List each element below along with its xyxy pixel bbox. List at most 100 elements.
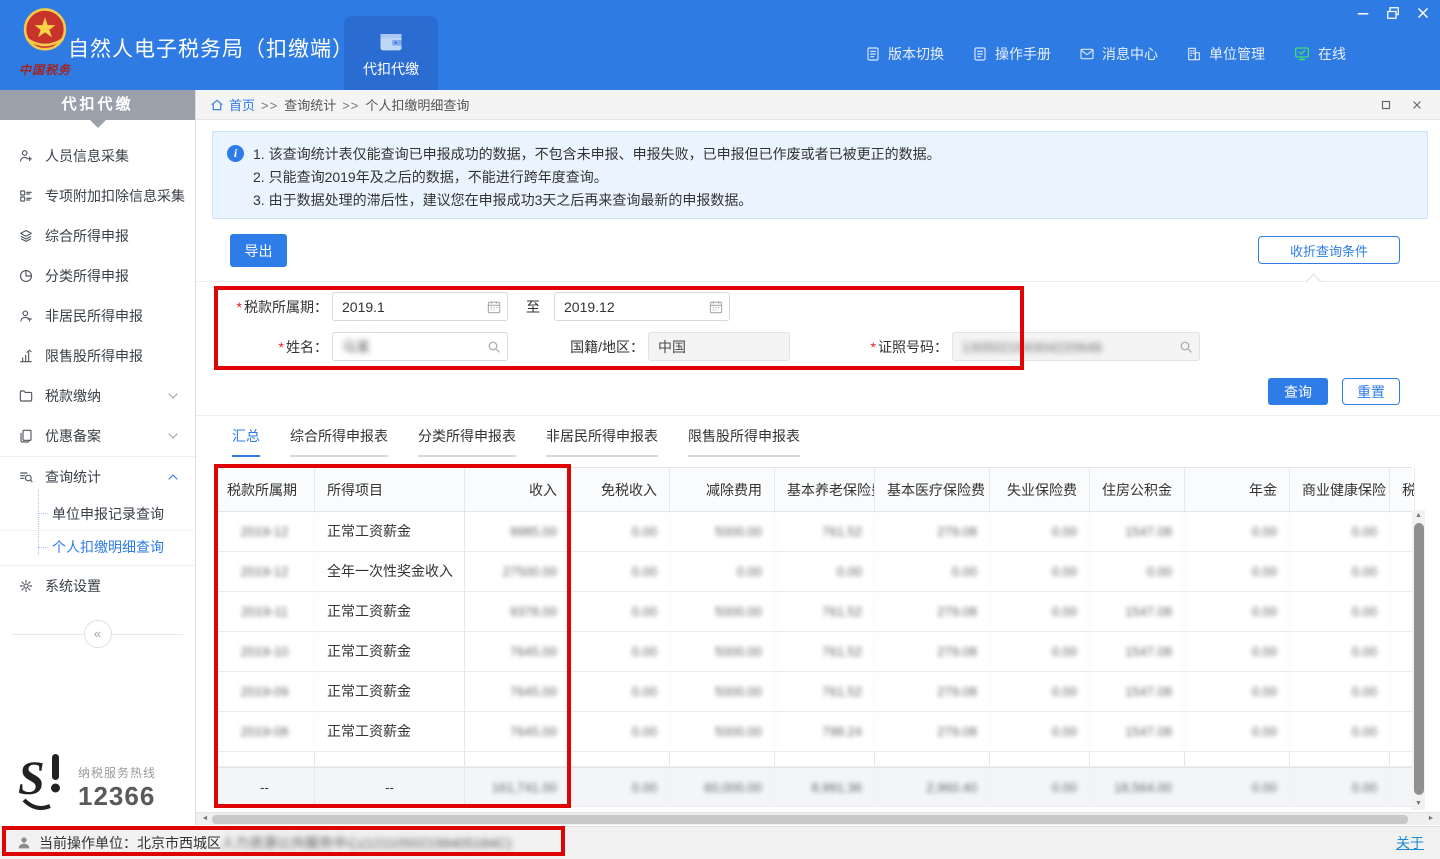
sidebar-item-feijumin[interactable]: 非居民所得申报: [0, 296, 195, 336]
scroll-up-icon[interactable]: ▲: [1412, 510, 1425, 522]
table-row[interactable]: 2019-10正常工资薪金7645.000.005000.00761.52279…: [215, 632, 1412, 672]
horizontal-scrollbar-thumb[interactable]: [212, 815, 1408, 824]
breadcrumb-item[interactable]: 查询统计: [284, 98, 336, 113]
vertical-scrollbar[interactable]: ▲ ▼: [1412, 510, 1425, 810]
id-number-input[interactable]: 130502199304220646: [952, 332, 1200, 361]
sidebar-collapse-row: «: [0, 620, 195, 650]
table-cell: 5000.00: [670, 512, 775, 551]
table-cell: 正常工资薪金: [315, 672, 465, 711]
table-cell: [1090, 752, 1185, 766]
period-from-input[interactable]: 2019.1: [332, 292, 508, 321]
gear-icon: [18, 578, 34, 594]
query-button[interactable]: 查询: [1268, 378, 1328, 405]
sidebar-item-chaxun[interactable]: 查询统计: [0, 457, 195, 497]
tab-xianshougu[interactable]: 限售股所得申报表: [688, 426, 800, 457]
table-cell: 全年一次性奖金收入: [315, 552, 465, 591]
menu-item-unit[interactable]: 单位管理: [1186, 44, 1265, 64]
name-input[interactable]: 马某: [332, 332, 508, 361]
table-cell: 正常工资薪金: [315, 712, 465, 751]
table-cell: 0.00: [1290, 552, 1390, 591]
home-icon: [210, 98, 224, 112]
table-header-cell: 税款所属期: [215, 468, 315, 511]
table-cell: 9378.00: [465, 592, 570, 631]
about-link[interactable]: 关于: [1396, 833, 1424, 853]
table-cell: 正常工资薪金: [315, 632, 465, 671]
menu-item-message[interactable]: 消息中心: [1079, 44, 1158, 64]
table-row[interactable]: 2019-08正常工资薪金7645.000.005000.00798.24279…: [215, 712, 1412, 752]
tab-feijumin[interactable]: 非居民所得申报表: [546, 426, 658, 457]
documents-icon: [18, 428, 34, 444]
vertical-scrollbar-thumb[interactable]: [1414, 523, 1424, 795]
document-icon: [972, 46, 988, 62]
table-cell: 279.08: [875, 672, 990, 711]
scroll-left-icon[interactable]: ◄: [198, 813, 212, 825]
minimize-icon[interactable]: [1354, 4, 1372, 22]
table-cell: 7645.00: [465, 672, 570, 711]
tab-zonghe[interactable]: 综合所得申报表: [290, 426, 388, 457]
sidebar-item-fenlei[interactable]: 分类所得申报: [0, 256, 195, 296]
period-to-input[interactable]: 2019.12: [554, 292, 730, 321]
hotline-glyph-icon: S: [16, 750, 70, 812]
chevron-down-icon: [165, 428, 181, 444]
nav-tab-withholding[interactable]: 代扣代缴: [344, 16, 438, 90]
table-cell: 0.00: [570, 592, 670, 631]
sidebar-subitem-geren[interactable]: 个人扣缴明细查询: [0, 530, 195, 563]
table-cell: 761.52: [775, 512, 875, 551]
notice-line: 1. 该查询统计表仅能查询已申报成功的数据，不包含未申报、申报失败，已申报但已作…: [253, 143, 1413, 166]
query-panel-divider: [196, 281, 1440, 282]
scroll-right-icon[interactable]: ►: [1424, 813, 1438, 825]
hotline-logo: S 纳税服务热线 12366: [16, 750, 156, 812]
table-cell: 0.00: [1290, 512, 1390, 551]
table-row[interactable]: 2019-12全年一次性奖金收入27500.000.000.000.000.00…: [215, 552, 1412, 592]
window-close-icon[interactable]: [1411, 99, 1423, 111]
export-button[interactable]: 导出: [230, 234, 287, 267]
table-row[interactable]: 2019-11正常工资薪金9378.000.005000.00761.52279…: [215, 592, 1412, 632]
restore-icon[interactable]: [1384, 4, 1402, 22]
calendar-icon[interactable]: [708, 299, 724, 315]
sidebar-subitem-danwei[interactable]: 单位申报记录查询: [0, 497, 195, 530]
sidebar-item-label: 税款缴纳: [45, 386, 101, 406]
page-controls: [1380, 90, 1428, 120]
table-cell: [990, 752, 1090, 766]
sidebar-item-shuikuan[interactable]: 税款缴纳: [0, 376, 195, 416]
close-icon[interactable]: [1414, 4, 1432, 22]
table-cell: [570, 752, 670, 766]
sidebar-collapse-button[interactable]: «: [84, 620, 112, 648]
form-list-icon: [18, 188, 34, 204]
table-cell: 0.00: [570, 512, 670, 551]
table-cell: 18,564.00: [1090, 768, 1185, 806]
app-title: 自然人电子税务局（扣缴端）: [68, 33, 354, 63]
document-icon: [865, 46, 881, 62]
horizontal-scrollbar[interactable]: ◄ ►: [196, 812, 1440, 825]
table-row[interactable]: 2019-12正常工资薪金9985.000.005000.00761.52279…: [215, 512, 1412, 552]
breadcrumb-home[interactable]: 首页: [229, 95, 255, 114]
query-form-row-period: *税款所属期： 2019.1 至 2019.12: [210, 292, 730, 321]
sidebar-item-xitong[interactable]: 系统设置: [0, 566, 195, 606]
sidebar-item-zhuanxiang[interactable]: 专项附加扣除信息采集: [0, 176, 195, 216]
reset-button[interactable]: 重置: [1342, 378, 1400, 405]
collapse-query-button[interactable]: 收折查询条件: [1258, 236, 1400, 264]
sidebar-item-zonghe[interactable]: 综合所得申报: [0, 216, 195, 256]
layers-icon: [18, 228, 34, 244]
search-icon[interactable]: [486, 339, 502, 355]
table-row[interactable]: 2019-09正常工资薪金7645.000.005000.00761.52279…: [215, 672, 1412, 712]
sidebar-item-youhui[interactable]: 优惠备案: [0, 416, 195, 456]
tab-fenlei[interactable]: 分类所得申报表: [418, 426, 516, 457]
sidebar-item-renyuan[interactable]: 人员信息采集: [0, 136, 195, 176]
menu-item-version[interactable]: 版本切换: [865, 44, 944, 64]
calendar-icon[interactable]: [486, 299, 502, 315]
tab-huizong[interactable]: 汇总: [232, 426, 260, 457]
menu-item-manual[interactable]: 操作手册: [972, 44, 1051, 64]
scroll-down-icon[interactable]: ▼: [1412, 798, 1425, 810]
window-maximize-icon[interactable]: [1380, 99, 1392, 111]
sidebar-item-xianshougu[interactable]: 限售股所得申报: [0, 336, 195, 376]
notice-lines: 1. 该查询统计表仅能查询已申报成功的数据，不包含未申报、申报失败，已申报但已作…: [253, 143, 1413, 212]
table-cell: 0.00: [990, 632, 1090, 671]
sidebar: 代扣代缴 人员信息采集专项附加扣除信息采集综合所得申报分类所得申报非居民所得申报…: [0, 90, 196, 826]
menu-item-online[interactable]: 在线: [1293, 44, 1346, 64]
search-icon[interactable]: [1178, 339, 1194, 355]
name-value: 马某: [342, 337, 370, 357]
sidebar-item-label: 综合所得申报: [45, 226, 129, 246]
nationality-input: 中国: [648, 332, 790, 361]
table-cell: 0.00: [990, 672, 1090, 711]
